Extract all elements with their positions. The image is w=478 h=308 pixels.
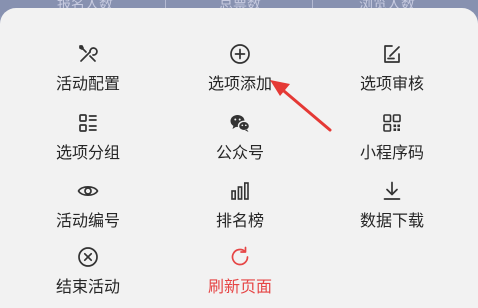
group-list-icon xyxy=(76,111,100,135)
menu-item-label: 结束活动 xyxy=(55,277,120,296)
menu-item-activity-number[interactable]: 活动编号 xyxy=(23,179,153,241)
menu-item-label: 选项分组 xyxy=(55,143,120,162)
eye-icon xyxy=(76,179,100,203)
menu-item-mini-program-code[interactable]: 小程序码 xyxy=(327,111,457,173)
menu-item-official-account[interactable]: 公众号 xyxy=(175,111,305,173)
menu-item-label: 公众号 xyxy=(215,143,264,162)
menu-item-add-option[interactable]: 选项添加 xyxy=(175,42,305,104)
menu-item-option-group[interactable]: 选项分组 xyxy=(23,111,153,173)
edit-square-icon xyxy=(380,42,404,66)
menu-item-review-option[interactable]: 选项审核 xyxy=(327,42,457,104)
menu-item-label: 排名榜 xyxy=(215,211,264,230)
bar-chart-icon xyxy=(228,179,252,203)
circle-plus-icon xyxy=(228,42,252,66)
menu-item-label: 选项添加 xyxy=(207,74,272,93)
circle-x-icon xyxy=(76,245,100,269)
menu-item-label: 选项审核 xyxy=(359,74,424,93)
menu-item-ranking[interactable]: 排名榜 xyxy=(175,179,305,241)
action-sheet: 活动配置 选项添加 选项审核 选项分组 公众号 小程序码 活动编号 排名榜 数据… xyxy=(0,8,478,308)
qr-code-icon xyxy=(380,111,404,135)
menu-item-data-download[interactable]: 数据下载 xyxy=(327,179,457,241)
menu-item-label: 刷新页面 xyxy=(207,277,272,296)
menu-item-activity-config[interactable]: 活动配置 xyxy=(23,42,153,104)
refresh-icon xyxy=(228,245,252,269)
menu-item-label: 小程序码 xyxy=(359,143,424,162)
menu-item-label: 数据下载 xyxy=(359,211,424,230)
tools-icon xyxy=(76,42,100,66)
menu-item-label: 活动编号 xyxy=(55,211,120,230)
download-icon xyxy=(380,179,404,203)
menu-item-label: 活动配置 xyxy=(55,74,120,93)
wechat-icon xyxy=(228,111,252,135)
